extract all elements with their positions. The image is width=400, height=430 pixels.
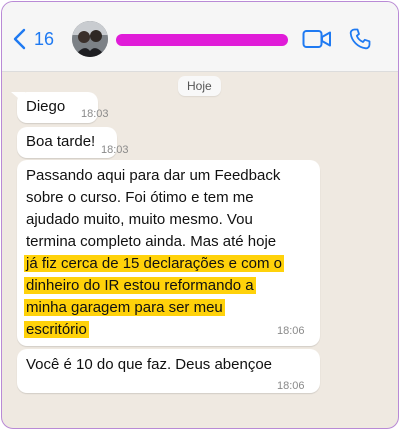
contact-avatar[interactable] (72, 21, 108, 57)
message-bubble[interactable]: Passando aqui para dar um Feedback sobre… (17, 160, 320, 346)
message-bubble[interactable]: Boa tarde! 18:03 (17, 127, 129, 158)
video-camera-icon (302, 30, 331, 48)
contact-name-redacted[interactable] (116, 34, 288, 46)
message-line: ajudado muito, muito mesmo. Vou (26, 209, 311, 231)
date-separator: Hoje (178, 76, 221, 96)
phone-icon (349, 28, 371, 50)
video-call-button[interactable] (302, 28, 332, 50)
message-line: Passando aqui para dar um Feedback (26, 165, 311, 187)
message-line-highlighted: já fiz cerca de 15 declarações e com o (24, 253, 311, 275)
message-line-text: sobre o curso. Foi ótimo e tem me (26, 189, 254, 206)
voice-call-button[interactable] (348, 27, 372, 51)
message-line-text: termina completo ainda. Mas até hoje (26, 233, 277, 250)
highlighted-text: minha garagem para ser meu (24, 299, 225, 316)
highlighted-text: dinheiro do IR estou reformando a (24, 277, 256, 294)
message-text: Você é 10 do que faz. Deus abençoe (26, 356, 273, 373)
highlighted-text: já fiz cerca de 15 declarações e com o (24, 255, 284, 272)
message-line-highlighted: minha garagem para ser meu (24, 297, 311, 319)
bubble-tail (11, 92, 25, 104)
message-text: Diego (26, 98, 66, 115)
chevron-left-icon (13, 28, 26, 50)
message-line-text: Passando aqui para dar um Feedback (26, 167, 281, 184)
highlighted-text: escritório (24, 321, 89, 338)
chat-header: 16 (2, 2, 398, 72)
unread-count: 16 (34, 28, 55, 49)
phone-screen: 16 Hoje Diego 18:03 Boa tarde! 18:03 Pas… (1, 1, 399, 429)
back-button[interactable]: 16 (12, 26, 54, 52)
message-time: 18:06 (277, 325, 305, 337)
message-line-highlighted: dinheiro do IR estou reformando a (24, 275, 311, 297)
message-text: Boa tarde! (26, 133, 96, 150)
avatar-photo (72, 21, 108, 57)
message-list[interactable]: Hoje Diego 18:03 Boa tarde! 18:03 Passan… (2, 72, 398, 428)
message-bubble[interactable]: Diego 18:03 (11, 92, 109, 123)
message-line: sobre o curso. Foi ótimo e tem me (26, 187, 311, 209)
message-line-text: ajudado muito, muito mesmo. Vou (26, 211, 253, 228)
message-time: 18:03 (101, 144, 129, 156)
message-line-highlighted: escritório (24, 319, 311, 341)
message-bubble[interactable]: Você é 10 do que faz. Deus abençoe 18:06 (17, 349, 320, 393)
message-line: termina completo ainda. Mas até hoje (26, 231, 311, 253)
message-time: 18:06 (277, 380, 305, 392)
message-time: 18:03 (81, 108, 109, 120)
